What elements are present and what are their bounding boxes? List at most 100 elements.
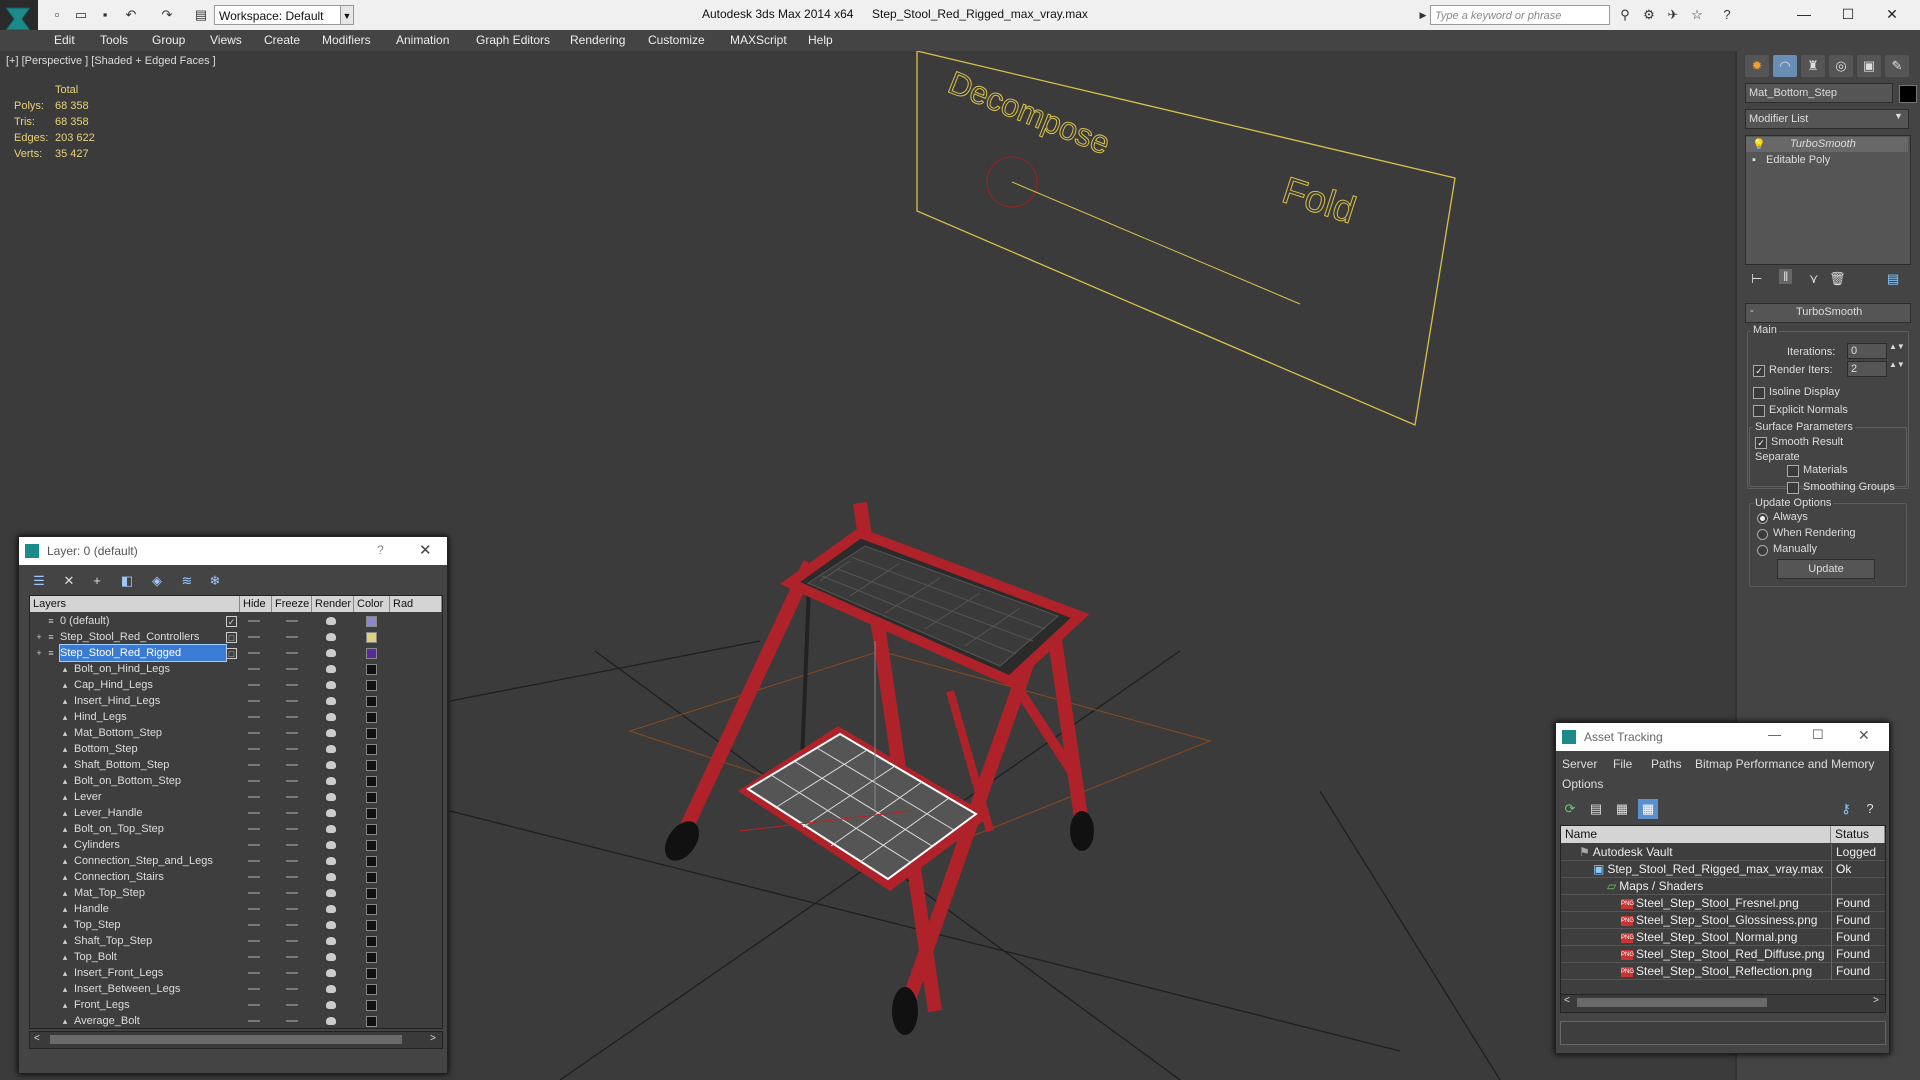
- iterations-spinner[interactable]: 0: [1847, 343, 1887, 359]
- render-teapot-icon[interactable]: [326, 665, 336, 673]
- add-to-layer-icon[interactable]: +: [87, 571, 107, 591]
- freeze-toggle[interactable]: [286, 828, 298, 830]
- layer-color-swatch[interactable]: [366, 760, 377, 771]
- freeze-toggle[interactable]: [286, 1020, 298, 1022]
- stack-item-turbosmooth[interactable]: 💡 TurboSmooth: [1746, 137, 1908, 152]
- menu-edit[interactable]: Edit: [54, 33, 75, 47]
- freeze-toggle[interactable]: [286, 716, 298, 718]
- scrollbar-thumb[interactable]: [1577, 998, 1767, 1007]
- scroll-left-icon[interactable]: <: [34, 1033, 40, 1044]
- hide-toggle[interactable]: [248, 940, 260, 942]
- favorites-star-icon[interactable]: ☆: [1688, 6, 1706, 24]
- modifier-list-arrow-icon[interactable]: ▼: [1894, 111, 1903, 121]
- freeze-toggle[interactable]: [286, 668, 298, 670]
- menu-help[interactable]: Help: [808, 33, 833, 47]
- smooth-result-checkbox[interactable]: ✓: [1755, 437, 1767, 449]
- layer-color-swatch[interactable]: [366, 872, 377, 883]
- hide-toggle[interactable]: [248, 828, 260, 830]
- utilities-tab-icon[interactable]: ✎: [1885, 55, 1909, 77]
- freeze-toggle[interactable]: [286, 860, 298, 862]
- menu-create[interactable]: Create: [264, 33, 300, 47]
- layer-row[interactable]: ▴ Shaft_Top_Step: [30, 933, 442, 949]
- render-teapot-icon[interactable]: [326, 777, 336, 785]
- layer-row[interactable]: ▴ Mat_Bottom_Step: [30, 725, 442, 741]
- render-teapot-icon[interactable]: [326, 617, 336, 625]
- freeze-toggle[interactable]: [286, 748, 298, 750]
- asset-row[interactable]: PNG Steel_Step_Stool_Reflection.png Found: [1561, 963, 1885, 980]
- hierarchy-tab-icon[interactable]: ♜: [1801, 55, 1825, 77]
- rig-controller-plane[interactable]: Decompose Fold: [916, 51, 1456, 426]
- layer-color-swatch[interactable]: [366, 680, 377, 691]
- layer-name[interactable]: Shaft_Top_Step: [74, 933, 152, 949]
- workspace-dropdown-arrow-icon[interactable]: ▼: [340, 5, 354, 25]
- close-icon[interactable]: ✕: [419, 541, 432, 559]
- hide-toggle[interactable]: [248, 796, 260, 798]
- layer-color-swatch[interactable]: [366, 712, 377, 723]
- menu-animation[interactable]: Animation: [396, 33, 449, 47]
- layer-name[interactable]: Step_Stool_Red_Rigged: [58, 644, 228, 662]
- render-teapot-icon[interactable]: [326, 681, 336, 689]
- layer-color-swatch[interactable]: [366, 968, 377, 979]
- layer-name[interactable]: 0 (default): [60, 613, 110, 629]
- render-teapot-icon[interactable]: [326, 761, 336, 769]
- workspace-dropdown[interactable]: Workspace: Default: [214, 5, 352, 25]
- smoothing-groups-checkbox[interactable]: [1787, 482, 1799, 494]
- pin-stack-icon[interactable]: ⊢: [1751, 271, 1762, 287]
- freeze-toggle[interactable]: [286, 636, 298, 638]
- modifier-list-dropdown[interactable]: Modifier List: [1745, 109, 1909, 129]
- hide-toggle[interactable]: [248, 924, 260, 926]
- table-view-icon[interactable]: ▦: [1638, 799, 1658, 819]
- hide-toggle[interactable]: [248, 908, 260, 910]
- search-input[interactable]: Type a keyword or phrase: [1430, 5, 1610, 25]
- scroll-left-icon[interactable]: <: [1564, 995, 1570, 1006]
- menu-bitmap-performance[interactable]: Bitmap Performance and Memory: [1695, 757, 1874, 771]
- select-layer-icon[interactable]: ◈: [147, 571, 167, 591]
- render-teapot-icon[interactable]: [326, 857, 336, 865]
- always-radio[interactable]: [1757, 513, 1768, 524]
- layer-name[interactable]: Insert_Hind_Legs: [74, 693, 160, 709]
- save-file-icon[interactable]: ▪: [96, 6, 114, 24]
- hide-toggle[interactable]: [248, 716, 260, 718]
- layer-color-swatch[interactable]: [366, 648, 377, 659]
- layer-name[interactable]: Hind_Legs: [74, 709, 127, 725]
- hide-toggle[interactable]: [248, 876, 260, 878]
- render-teapot-icon[interactable]: [326, 905, 336, 913]
- redo-icon[interactable]: ↷: [158, 6, 176, 24]
- layer-row[interactable]: ▴ Lever_Handle: [30, 805, 442, 821]
- layer-color-swatch[interactable]: [366, 952, 377, 963]
- menu-paths[interactable]: Paths: [1651, 757, 1682, 771]
- layer-name[interactable]: Step_Stool_Red_Controllers: [60, 629, 199, 645]
- help-icon[interactable]: ?: [1718, 6, 1736, 24]
- help-icon[interactable]: ?: [1860, 799, 1880, 819]
- layer-row[interactable]: ▴ Insert_Hind_Legs: [30, 693, 442, 709]
- layer-row[interactable]: ▴ Connection_Step_and_Legs: [30, 853, 442, 869]
- render-teapot-icon[interactable]: [326, 745, 336, 753]
- stack-item-editable-poly[interactable]: ▪ Editable Poly: [1746, 153, 1908, 168]
- layer-color-swatch[interactable]: [366, 936, 377, 947]
- layer-name[interactable]: Front_Legs: [74, 997, 130, 1013]
- thumbnail-view-icon[interactable]: ▦: [1612, 799, 1632, 819]
- help-icon[interactable]: ?: [377, 543, 384, 557]
- binoculars-icon[interactable]: ⚲: [1616, 6, 1634, 24]
- freeze-toggle[interactable]: [286, 732, 298, 734]
- layer-row[interactable]: ▴ Average_Bolt: [30, 1013, 442, 1028]
- layer-horizontal-scrollbar[interactable]: < >: [29, 1031, 443, 1049]
- lightbulb-icon[interactable]: 💡: [1752, 138, 1766, 151]
- menu-maxscript[interactable]: MAXScript: [730, 33, 787, 47]
- layer-name[interactable]: Mat_Top_Step: [74, 885, 145, 901]
- layer-row[interactable]: ▴ Mat_Top_Step: [30, 885, 442, 901]
- layer-name[interactable]: Top_Step: [74, 917, 120, 933]
- freeze-toggle[interactable]: [286, 1004, 298, 1006]
- freeze-toggle[interactable]: [286, 972, 298, 974]
- hide-toggle[interactable]: [248, 1020, 260, 1022]
- freeze-toggle[interactable]: [286, 620, 298, 622]
- freeze-toggle[interactable]: [286, 940, 298, 942]
- layer-row[interactable]: ▴ Lever: [30, 789, 442, 805]
- layer-name[interactable]: Insert_Front_Legs: [74, 965, 163, 981]
- layer-name[interactable]: Mat_Bottom_Step: [74, 725, 162, 741]
- asset-row[interactable]: PNG Steel_Step_Stool_Red_Diffuse.png Found: [1561, 946, 1885, 963]
- viewport-label[interactable]: [+] [Perspective ] [Shaded + Edged Faces…: [6, 55, 216, 67]
- freeze-toggle[interactable]: [286, 796, 298, 798]
- menu-tools[interactable]: Tools: [100, 33, 128, 47]
- render-teapot-icon[interactable]: [326, 969, 336, 977]
